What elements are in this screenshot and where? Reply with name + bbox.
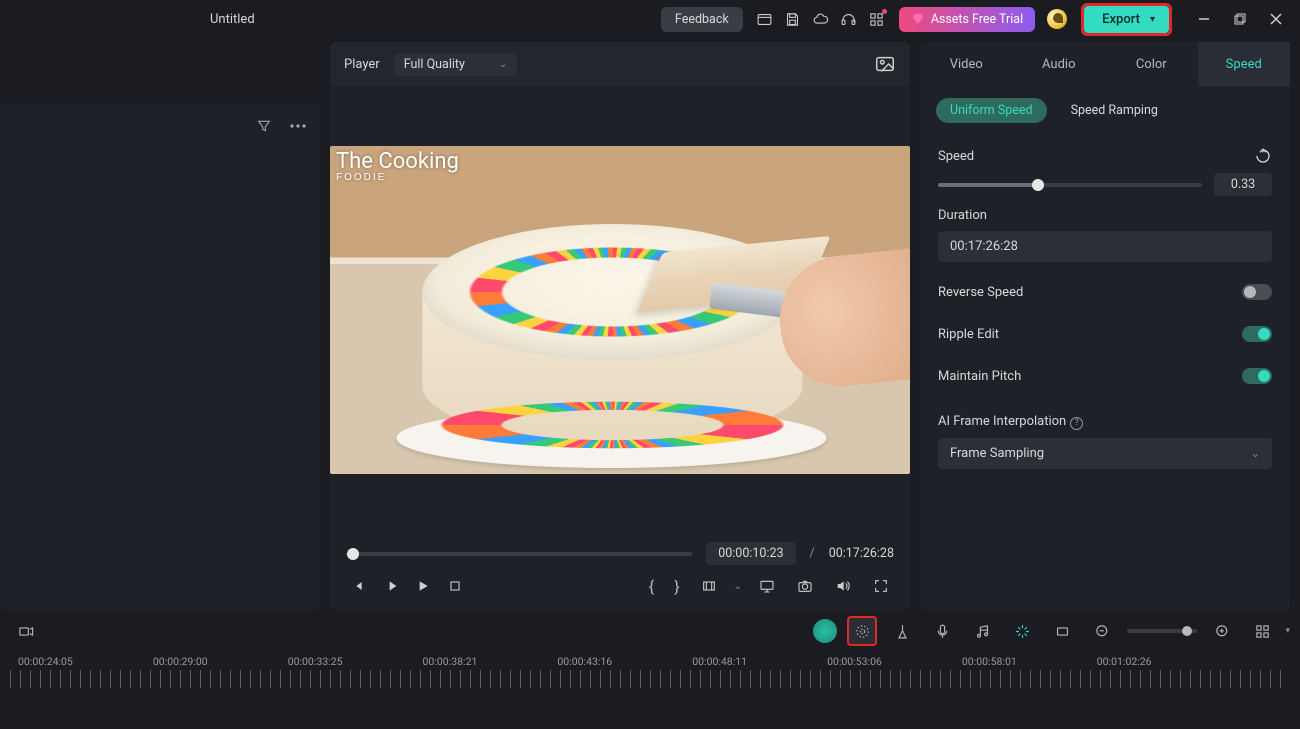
voiceover-tool[interactable] [927, 616, 957, 646]
stop-button[interactable] [442, 573, 468, 599]
zoom-out-button[interactable] [1087, 616, 1117, 646]
maintain-pitch-label: Maintain Pitch [938, 369, 1021, 384]
apps-icon[interactable] [863, 5, 891, 33]
headset-icon[interactable] [835, 5, 863, 33]
title-bar: Untitled Feedback Assets Free Trial Expo… [0, 0, 1300, 38]
tab-speed[interactable]: Speed [1198, 42, 1291, 86]
interpolation-select[interactable]: Frame Sampling ⌄ [938, 438, 1272, 469]
ripple-edit-label: Ripple Edit [938, 327, 999, 342]
reverse-speed-toggle[interactable] [1242, 284, 1272, 300]
ruler-mark: 00:00:38:21 [423, 655, 478, 668]
prev-frame-button[interactable] [346, 573, 372, 599]
minimize-button[interactable] [1186, 5, 1222, 33]
grid-toggle[interactable] [1247, 616, 1277, 646]
duration-field[interactable]: 00:17:26:28 [938, 231, 1272, 262]
reset-icon[interactable] [1254, 147, 1272, 165]
avatar-icon[interactable] [813, 619, 837, 643]
chevron-down-icon: ▾ [1150, 14, 1155, 25]
mark-in-button[interactable]: { [645, 577, 658, 596]
mark-out-button[interactable]: } [670, 577, 683, 596]
speed-slider[interactable] [938, 183, 1202, 187]
chevron-down-icon: ⌄ [499, 59, 507, 70]
cloud-icon[interactable] [807, 5, 835, 33]
quality-dropdown[interactable]: Full Quality ⌄ [394, 53, 518, 76]
interpolation-label: AI Frame Interpolation [938, 414, 1083, 430]
inspector-tabs: VideoAudioColorSpeed [920, 42, 1290, 86]
display-button[interactable] [754, 573, 780, 599]
zoom-in-button[interactable] [1207, 616, 1237, 646]
maximize-button[interactable] [1222, 5, 1258, 33]
reverse-speed-label: Reverse Speed [938, 285, 1023, 300]
ruler-mark: 00:00:24:05 [18, 655, 73, 668]
player-label: Player [344, 57, 380, 72]
export-button[interactable]: Export ▾ [1084, 6, 1169, 33]
inspector-panel: VideoAudioColorSpeed Uniform SpeedSpeed … [920, 42, 1290, 611]
subtab-speed-ramping[interactable]: Speed Ramping [1057, 98, 1172, 123]
ruler-mark: 00:00:58:01 [962, 655, 1017, 668]
video-watermark: The Cooking FOODIE [336, 152, 459, 187]
ruler-mark: 00:00:33:25 [288, 655, 343, 668]
auto-tool[interactable] [1007, 616, 1037, 646]
more-icon[interactable] [286, 114, 310, 138]
preview-viewport: The Cooking FOODIE [330, 86, 910, 534]
assets-trial-button[interactable]: Assets Free Trial [899, 7, 1035, 32]
chevron-down-icon[interactable]: ▾ [1285, 626, 1290, 636]
timeline-thumb-icon[interactable] [10, 616, 40, 646]
info-icon[interactable] [1070, 417, 1083, 430]
preview-frame: The Cooking FOODIE [330, 146, 910, 474]
tab-color[interactable]: Color [1105, 42, 1198, 86]
ruler-mark: 00:00:43:16 [557, 655, 612, 668]
ruler-mark: 00:00:48:11 [692, 655, 747, 668]
save-icon[interactable] [779, 5, 807, 33]
project-title: Untitled [210, 12, 255, 27]
tab-audio[interactable]: Audio [1013, 42, 1106, 86]
ripple-edit-toggle[interactable] [1242, 326, 1272, 342]
speed-value[interactable]: 0.33 [1214, 173, 1272, 196]
timeline: ▾ 00:00:24:0500:00:29:0000:00:33:2500:00… [0, 611, 1300, 729]
chevron-down-icon: ⌄ [1251, 447, 1260, 460]
duration-label: Duration [938, 208, 987, 223]
filter-icon[interactable] [252, 114, 276, 138]
ruler-mark: 00:00:53:06 [827, 655, 882, 668]
ratio-button[interactable] [696, 573, 722, 599]
speed-label: Speed [938, 149, 974, 164]
tab-video[interactable]: Video [920, 42, 1013, 86]
camera-icon[interactable] [792, 573, 818, 599]
transport-controls: 00:00:10:23 / 00:17:26:28 { } ⌄ [330, 534, 910, 611]
player-bar: Player Full Quality ⌄ [330, 42, 910, 86]
volume-icon[interactable] [830, 573, 856, 599]
crop-tool[interactable] [1047, 616, 1077, 646]
keyframe-tool[interactable] [847, 616, 877, 646]
subtab-uniform-speed[interactable]: Uniform Speed [936, 98, 1047, 123]
zoom-slider[interactable] [1127, 629, 1197, 633]
coin-icon[interactable] [1047, 9, 1067, 29]
ruler-mark: 00:00:29:00 [153, 655, 208, 668]
play-button[interactable] [410, 573, 436, 599]
music-tool[interactable] [967, 616, 997, 646]
feedback-button[interactable]: Feedback [661, 7, 743, 32]
total-timecode: 00:17:26:28 [829, 546, 894, 561]
export-highlight: Export ▾ [1081, 3, 1172, 36]
snapshot-icon[interactable] [874, 53, 896, 75]
marker-tool[interactable] [887, 616, 917, 646]
layout-icon[interactable] [751, 5, 779, 33]
close-button[interactable] [1258, 5, 1294, 33]
fullscreen-icon[interactable] [868, 573, 894, 599]
media-panel [0, 104, 320, 611]
current-timecode[interactable]: 00:00:10:23 [706, 542, 795, 565]
chevron-down-icon[interactable]: ⌄ [734, 581, 742, 592]
seek-slider[interactable] [346, 552, 692, 556]
ruler-mark: 00:01:02:26 [1097, 655, 1152, 668]
maintain-pitch-toggle[interactable] [1242, 368, 1272, 384]
timeline-ruler[interactable]: 00:00:24:05 00:00:29:00 00:00:33:25 00:00:3… [0, 651, 1300, 729]
play-pause-button[interactable] [378, 573, 404, 599]
gem-icon [911, 12, 925, 26]
